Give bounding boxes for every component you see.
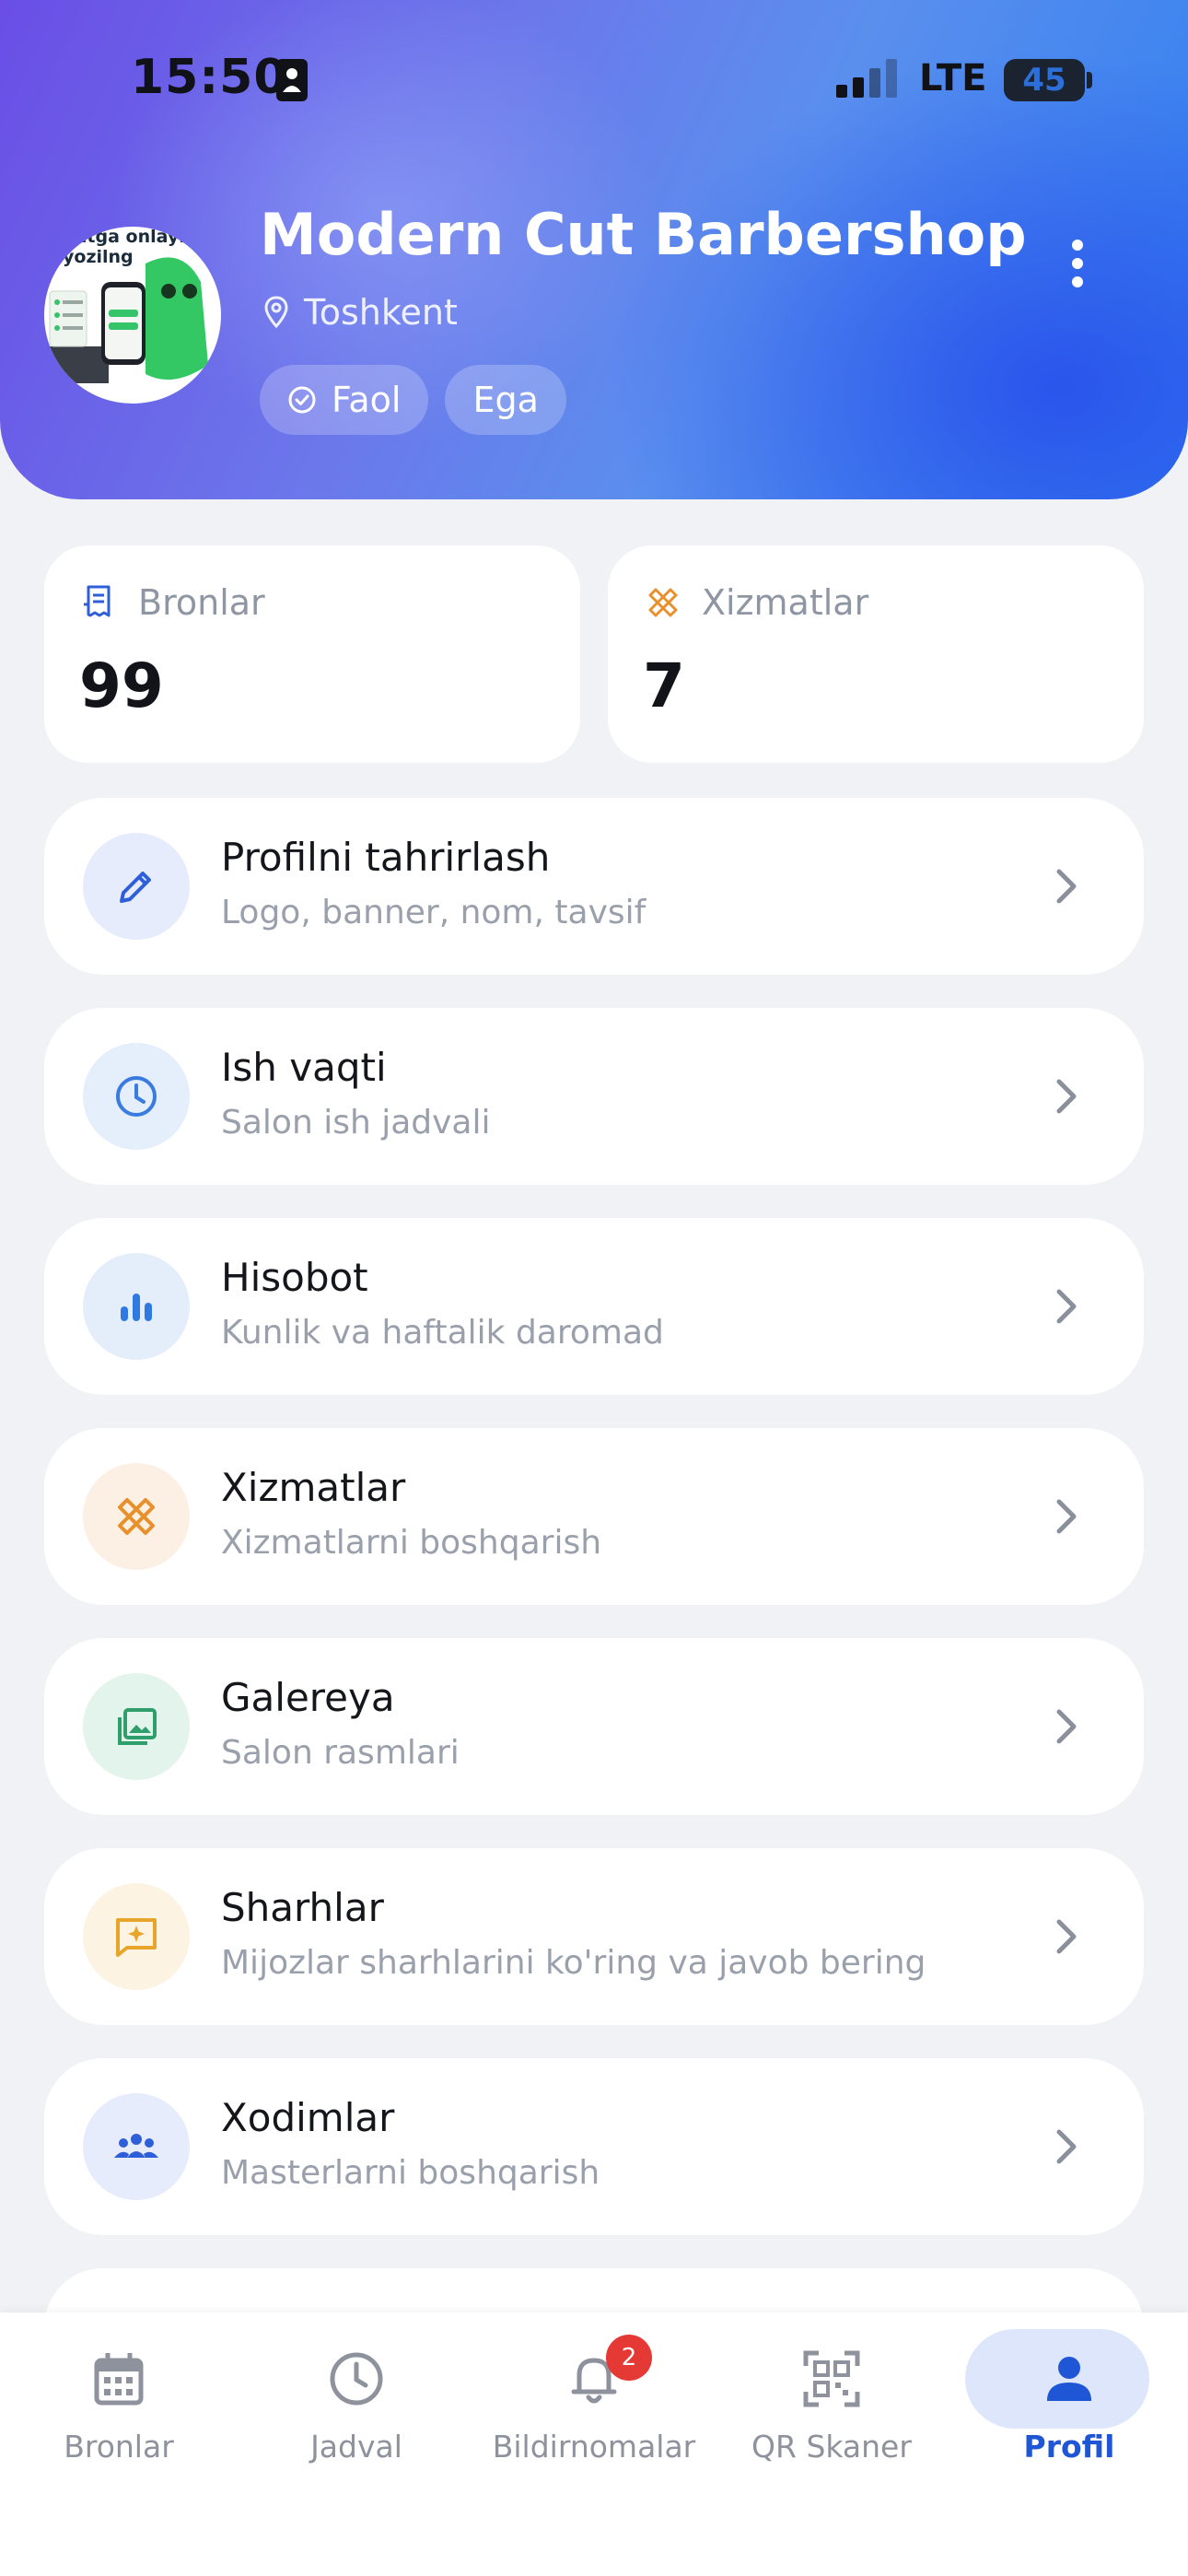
chevron-right-icon — [1056, 1289, 1077, 1324]
nav-tab-profile[interactable]: Profil — [950, 2313, 1188, 2497]
stat-label: Bronlar — [138, 582, 265, 623]
menu-icon-wrap — [83, 833, 190, 940]
menu-item-services[interactable]: Xizmatlar Xizmatlarni boshqarish — [44, 1428, 1144, 1605]
profile-screen: 15:50 LTE 45 batga onlayn yozilng Modern… — [0, 0, 1188, 2576]
menu-subtitle: Salon ish jadvali — [221, 1104, 491, 1142]
menu-subtitle: Kunlik va haftalik daromad — [221, 1314, 664, 1352]
role-chip-owner: Ega — [445, 365, 566, 435]
pencil-icon — [120, 872, 151, 903]
profile-header: 15:50 LTE 45 batga onlayn yozilng Modern… — [0, 0, 1188, 499]
menu-icon-wrap — [83, 1253, 190, 1360]
avatar-illustration — [44, 257, 208, 383]
location-pin-icon — [264, 296, 288, 329]
stat-head: Bronlar — [81, 582, 265, 623]
more-options-icon[interactable] — [1059, 236, 1096, 291]
menu-title: Galereya — [221, 1675, 395, 1720]
menu-subtitle: Xizmatlarni boshqarish — [221, 1524, 602, 1562]
menu-item-report[interactable]: Hisobot Kunlik va haftalik daromad — [44, 1218, 1144, 1395]
menu-subtitle: Logo, banner, nom, tavsif — [221, 894, 646, 931]
notification-badge: 2 — [606, 2335, 652, 2381]
scissors-icon — [118, 1498, 155, 1535]
nav-label: Bronlar — [64, 2429, 174, 2465]
chip-label: Faol — [332, 380, 402, 420]
team-icon — [114, 2134, 158, 2158]
nav-label: Bildirnomalar — [492, 2429, 696, 2465]
chevron-right-icon — [1056, 2129, 1077, 2164]
menu-icon-wrap — [83, 1883, 190, 1990]
stat-card-services[interactable]: Xizmatlar 7 — [608, 545, 1144, 763]
person-badge-icon — [276, 59, 308, 101]
location-text: Toshkent — [304, 292, 458, 333]
menu-title: Hisobot — [221, 1255, 368, 1300]
menu-icon-wrap — [83, 1043, 190, 1150]
nav-tab-qr-scanner[interactable]: QR Skaner — [713, 2313, 950, 2497]
stat-value: 99 — [79, 650, 164, 721]
nav-label: QR Skaner — [751, 2429, 912, 2465]
chevron-right-icon — [1056, 869, 1077, 904]
status-time: 15:50 — [131, 50, 288, 105]
location-row: Toshkent — [263, 289, 458, 335]
scissors-icon — [648, 588, 678, 617]
menu-item-working-hours[interactable]: Ish vaqti Salon ish jadvali — [44, 1008, 1144, 1185]
chevron-right-icon — [1056, 1709, 1077, 1744]
clock-icon — [330, 2352, 383, 2406]
menu-subtitle: Masterlarni boshqarish — [221, 2154, 600, 2192]
gallery-icon — [118, 1708, 157, 1745]
menu-title: Ish vaqti — [221, 1045, 387, 1090]
clock-icon — [116, 1076, 157, 1117]
chevron-right-icon — [1056, 1079, 1077, 1114]
person-icon — [1047, 2357, 1091, 2401]
calendar-icon — [94, 2353, 144, 2406]
menu-icon-wrap — [83, 2093, 190, 2200]
stat-head: Xizmatlar — [645, 582, 868, 623]
nav-tab-bookings[interactable]: Bronlar — [0, 2313, 238, 2497]
battery-indicator: 45 — [1004, 59, 1085, 101]
status-chip-active: Faol — [260, 365, 429, 435]
battery-nub — [1087, 72, 1092, 88]
qr-icon — [803, 2350, 860, 2407]
menu-title: Xodimlar — [221, 2095, 395, 2140]
menu-item-reviews[interactable]: Sharhlar Mijozlar sharhlarini ko'ring va… — [44, 1848, 1144, 2025]
chevron-right-icon — [1056, 1499, 1077, 1534]
menu-item-edit-profile[interactable]: Profilni tahrirlash Logo, banner, nom, t… — [44, 798, 1144, 975]
menu-icon-wrap — [83, 1673, 190, 1780]
check-circle-icon — [288, 386, 316, 414]
bottom-navigation: Bronlar Jadval 2 Bildirnomalar QR Skaner… — [0, 2313, 1188, 2576]
nav-label: Profil — [1023, 2429, 1115, 2465]
menu-item-staff[interactable]: Xodimlar Masterlarni boshqarish — [44, 2058, 1144, 2235]
menu-title: Xizmatlar — [221, 1465, 406, 1510]
network-type: LTE — [919, 57, 987, 100]
menu-title: Profilni tahrirlash — [221, 835, 551, 880]
chevron-right-icon — [1056, 1919, 1077, 1954]
status-chips: Faol Ega — [260, 365, 566, 435]
receipt-icon — [84, 585, 111, 617]
chip-label: Ega — [472, 380, 539, 420]
menu-title: Sharhlar — [221, 1885, 384, 1930]
nav-tab-schedule[interactable]: Jadval — [238, 2313, 475, 2497]
stat-value: 7 — [643, 650, 685, 721]
business-name: Modern Cut Barbershop — [260, 201, 1027, 268]
menu-icon-wrap — [83, 1463, 190, 1570]
menu-item-gallery[interactable]: Galereya Salon rasmlari — [44, 1638, 1144, 1815]
menu-subtitle: Salon rasmlari — [221, 1734, 460, 1772]
menu-subtitle: Mijozlar sharhlarini ko'ring va javob be… — [221, 1944, 926, 1982]
stat-card-bookings[interactable]: Bronlar 99 — [44, 545, 580, 763]
review-icon — [116, 1918, 157, 1957]
signal-icon — [836, 59, 897, 98]
nav-tab-notifications[interactable]: 2 Bildirnomalar — [475, 2313, 713, 2497]
bar-chart-icon — [121, 1294, 152, 1321]
nav-label: Jadval — [310, 2429, 402, 2465]
avatar[interactable]: batga onlayn yozilng — [44, 227, 221, 404]
stat-label: Xizmatlar — [702, 582, 869, 623]
